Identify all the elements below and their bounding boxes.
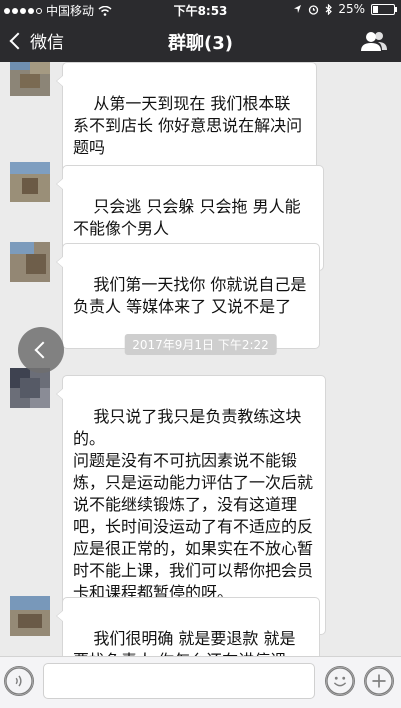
bluetooth-icon xyxy=(325,3,333,15)
message-text: 我们很明确 就是要退款 就是要找负责人 你怎么还在讲停课 xyxy=(73,629,296,656)
battery-percent: 25% xyxy=(338,2,365,16)
emoji-icon[interactable] xyxy=(325,666,355,696)
avatar[interactable] xyxy=(10,62,50,96)
nav-bar: 微信 群聊(3) xyxy=(0,20,401,62)
message-bubble[interactable]: 我只说了我只是负责教练这块的。 问题是没有不可抗因素说不能锻炼，只是运动能力评估… xyxy=(56,375,326,635)
avatar[interactable] xyxy=(10,162,50,202)
avatar[interactable] xyxy=(10,368,50,408)
status-bar: 中国移动 下午8:53 25% xyxy=(0,0,401,20)
message-text: 只会逃 只会躲 只会拖 男人能不能像个男人 xyxy=(73,197,301,238)
voice-icon[interactable] xyxy=(4,666,34,696)
chat-title: 群聊(3) xyxy=(168,33,233,54)
status-right: 25% xyxy=(293,2,397,16)
floating-back-button[interactable] xyxy=(18,327,64,373)
message-text: 我们第一天找你 你就说自己是负责人 等媒体来了 又说不是了 xyxy=(73,275,307,316)
people-icon[interactable] xyxy=(361,30,387,52)
message-input[interactable] xyxy=(43,663,315,699)
battery-icon xyxy=(371,3,397,15)
avatar[interactable] xyxy=(10,596,50,636)
message-text: 从第一天到现在 我们根本联系不到店长 你好意思说在解决问题吗 xyxy=(73,94,303,157)
chevron-left-icon xyxy=(34,341,52,359)
location-icon xyxy=(294,5,302,13)
message-text: 我只说了我只是负责教练这块的。 问题是没有不可抗因素说不能锻炼，只是运动能力评估… xyxy=(73,407,314,602)
plus-icon[interactable] xyxy=(364,666,394,696)
message-bubble[interactable]: 我们很明确 就是要退款 就是要找负责人 你怎么还在讲停课 xyxy=(56,597,320,656)
input-bar xyxy=(0,656,401,708)
avatar[interactable] xyxy=(10,242,50,282)
message-timestamp: 2017年9月1日 下午2:22 xyxy=(124,334,277,355)
alarm-icon xyxy=(309,4,319,15)
